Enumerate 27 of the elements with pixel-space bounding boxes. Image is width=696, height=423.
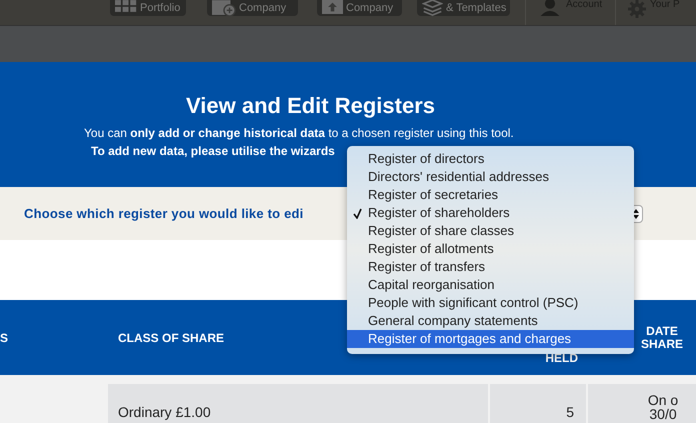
column-header: CLASS OF SHARE bbox=[118, 330, 224, 344]
grid-icon bbox=[115, 0, 137, 12]
menu-item[interactable]: Register of allotments bbox=[347, 240, 634, 258]
menu-item[interactable]: General company statements bbox=[347, 312, 634, 330]
person-icon bbox=[538, 0, 562, 16]
menu-item[interactable]: Capital reorganisation bbox=[347, 276, 634, 294]
layers-icon bbox=[422, 0, 443, 16]
menu-item[interactable]: Register of shareholders bbox=[347, 204, 634, 222]
column-header: S bbox=[0, 330, 8, 344]
table-cell: On o 30/0 bbox=[588, 384, 696, 423]
upload-icon bbox=[322, 0, 343, 14]
menu-item[interactable]: Register of directors bbox=[347, 150, 634, 168]
column-header: DATE bbox=[646, 324, 678, 338]
menu-item[interactable]: Register of secretaries bbox=[347, 186, 634, 204]
menu-item[interactable]: People with significant control (PSC) bbox=[347, 294, 634, 312]
chooser-label: Choose which register you would like to edi bbox=[24, 206, 304, 221]
panel-text: You can only add or change historical data to a chosen register using this tool. bbox=[84, 126, 514, 141]
panel-text: To add new data, please utilise the wizards bbox=[91, 144, 335, 159]
menu-item[interactable]: Register of transfers bbox=[347, 258, 634, 276]
column-header: SHARE bbox=[640, 338, 683, 350]
panel-title: View and Edit Registers bbox=[186, 93, 436, 119]
menu-item[interactable]: Register of mortgages and charges bbox=[347, 330, 634, 348]
column-header: HELD bbox=[545, 351, 578, 365]
menu-item[interactable]: Directors' residential addresses bbox=[347, 168, 634, 186]
table-cell: Ordinary £1.00 bbox=[108, 384, 488, 423]
table-cell: 5 bbox=[490, 384, 586, 423]
menu-item[interactable]: Register of share classes bbox=[347, 222, 634, 240]
